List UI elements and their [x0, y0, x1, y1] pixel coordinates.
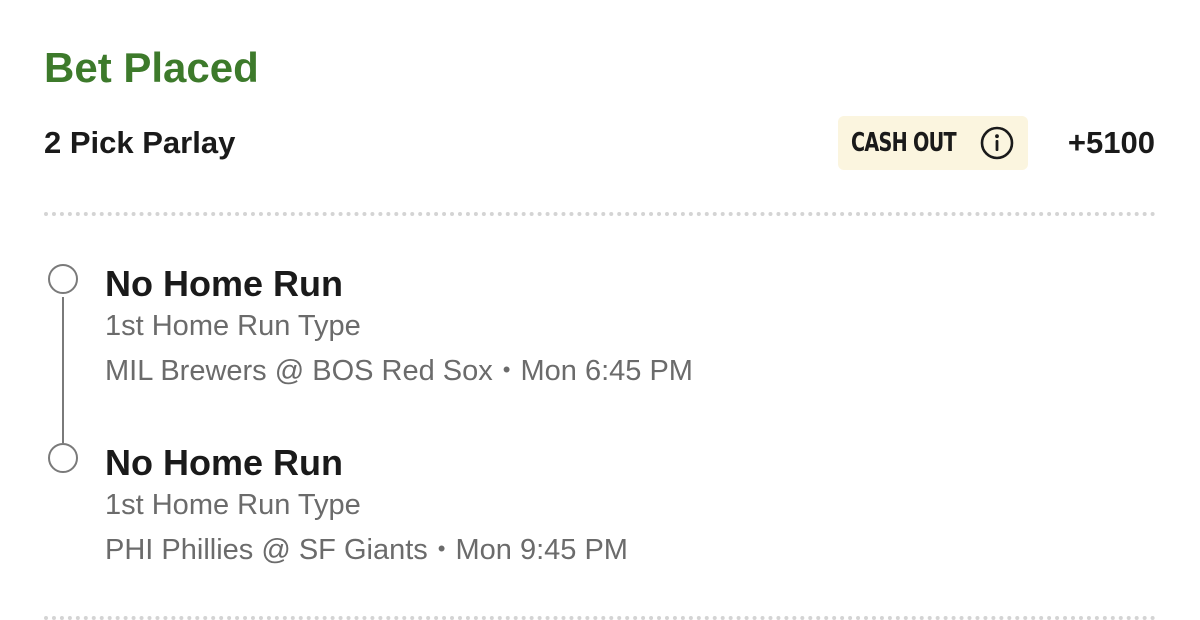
- divider: [44, 616, 1156, 620]
- timeline-connector: [62, 297, 64, 443]
- parlay-odds: +5100: [1067, 125, 1155, 160]
- pick-game-info: PHI Phillies @ SF Giants • Mon 9:45 PM: [105, 531, 628, 568]
- pick-matchup: PHI Phillies @ SF Giants: [105, 534, 428, 566]
- open-circle-icon: [48, 264, 78, 294]
- separator-dot: •: [437, 536, 446, 561]
- info-icon[interactable]: [979, 125, 1015, 161]
- pick-time: Mon 9:45 PM: [455, 534, 628, 566]
- pick-market: 1st Home Run Type: [105, 310, 361, 342]
- pick-time: Mon 6:45 PM: [520, 355, 693, 387]
- pick-matchup: MIL Brewers @ BOS Red Sox: [105, 355, 493, 387]
- open-circle-icon: [48, 443, 78, 473]
- pick-selection: No Home Run: [105, 442, 343, 483]
- cash-out-button[interactable]: CASH OUT: [838, 116, 1028, 170]
- pick-market: 1st Home Run Type: [105, 489, 361, 521]
- pick-game-info: MIL Brewers @ BOS Red Sox • Mon 6:45 PM: [105, 352, 693, 389]
- separator-dot: •: [502, 357, 511, 382]
- cash-out-label: CASH OUT: [851, 128, 957, 158]
- page-title: Bet Placed: [44, 44, 259, 91]
- pick-selection: No Home Run: [105, 263, 343, 304]
- pick-item: No Home Run 1st Home Run Type MIL Brewer…: [105, 262, 693, 389]
- bet-type-label: 2 Pick Parlay: [44, 125, 236, 160]
- pick-item: No Home Run 1st Home Run Type PHI Philli…: [105, 441, 628, 568]
- divider: [44, 212, 1156, 216]
